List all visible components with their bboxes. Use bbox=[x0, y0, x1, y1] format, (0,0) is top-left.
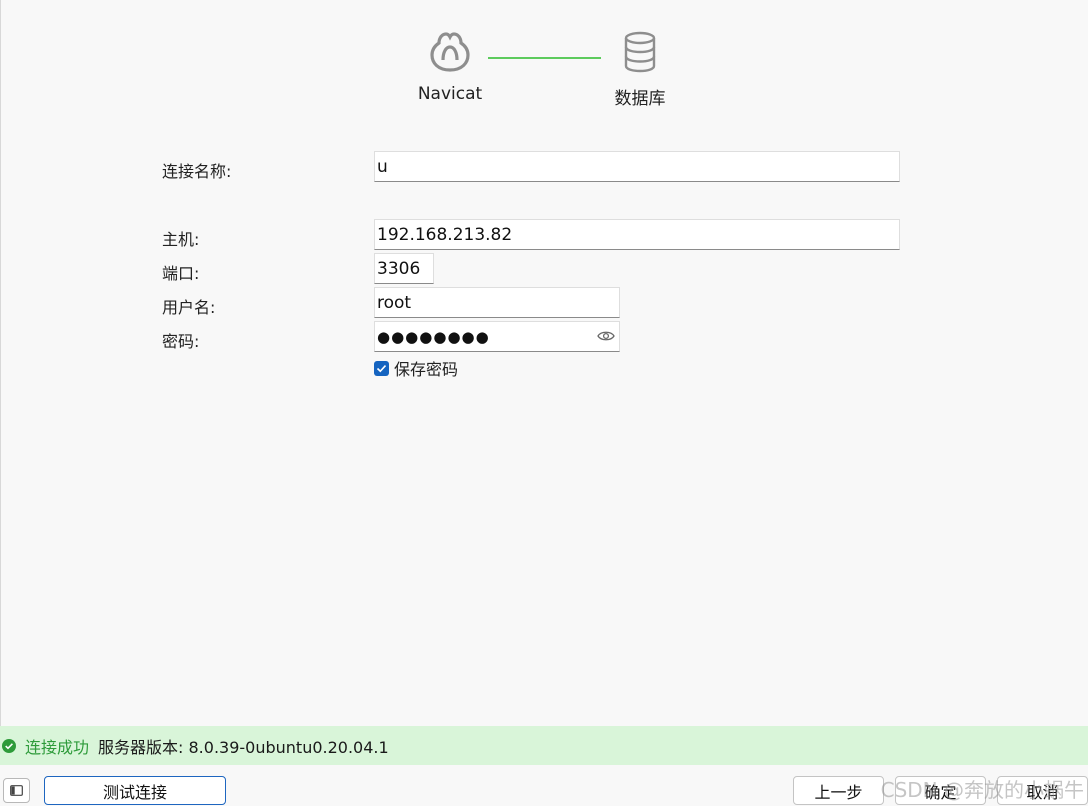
save-password-row[interactable]: 保存密码 bbox=[374, 356, 458, 380]
sidebar-panel-icon bbox=[10, 785, 23, 796]
username-input[interactable]: root bbox=[374, 287, 620, 318]
port-value: 3306 bbox=[377, 258, 421, 279]
step-connector-line bbox=[488, 57, 601, 59]
success-check-circle-icon bbox=[2, 738, 16, 753]
previous-step-button[interactable]: 上一步 bbox=[793, 776, 884, 805]
port-input[interactable]: 3306 bbox=[374, 253, 434, 284]
host-value: 192.168.213.82 bbox=[377, 224, 513, 245]
window-border bbox=[0, 0, 1, 726]
connection-status-bar: 连接成功 服务器版本: 8.0.39-0ubuntu0.20.04.1 bbox=[0, 726, 1088, 765]
password-input[interactable]: ●●●●●●●● bbox=[374, 321, 620, 352]
server-version: 服务器版本: 8.0.39-0ubuntu0.20.04.1 bbox=[98, 737, 389, 757]
username-label: 用户名: bbox=[162, 298, 216, 317]
connection-name-value: u bbox=[377, 156, 388, 177]
step-navicat: Navicat bbox=[405, 30, 495, 104]
connection-name-input[interactable]: u bbox=[374, 151, 900, 182]
port-label: 端口: bbox=[162, 264, 200, 283]
status-message: 连接成功 bbox=[25, 737, 90, 757]
password-label: 密码: bbox=[162, 332, 200, 351]
navicat-logo-icon bbox=[430, 32, 470, 72]
password-value: ●●●●●●●● bbox=[377, 327, 490, 346]
database-icon bbox=[624, 31, 656, 73]
step-label-database: 数据库 bbox=[614, 89, 666, 109]
toggle-panel-button[interactable] bbox=[3, 778, 30, 803]
host-input[interactable]: 192.168.213.82 bbox=[374, 219, 900, 250]
save-password-checkbox[interactable] bbox=[374, 360, 389, 376]
step-label-navicat: Navicat bbox=[417, 84, 483, 104]
username-value: root bbox=[377, 292, 412, 313]
show-password-eye-icon[interactable] bbox=[597, 330, 615, 342]
ok-button[interactable]: 确定 bbox=[895, 776, 986, 805]
host-label: 主机: bbox=[162, 230, 200, 249]
connection-name-label: 连接名称: bbox=[162, 162, 232, 181]
step-database: 数据库 bbox=[598, 30, 682, 109]
cancel-button[interactable]: 取消 bbox=[997, 776, 1088, 805]
checkmark-icon bbox=[376, 364, 387, 372]
save-password-label: 保存密码 bbox=[394, 360, 459, 379]
test-connection-button[interactable]: 测试连接 bbox=[44, 776, 226, 805]
